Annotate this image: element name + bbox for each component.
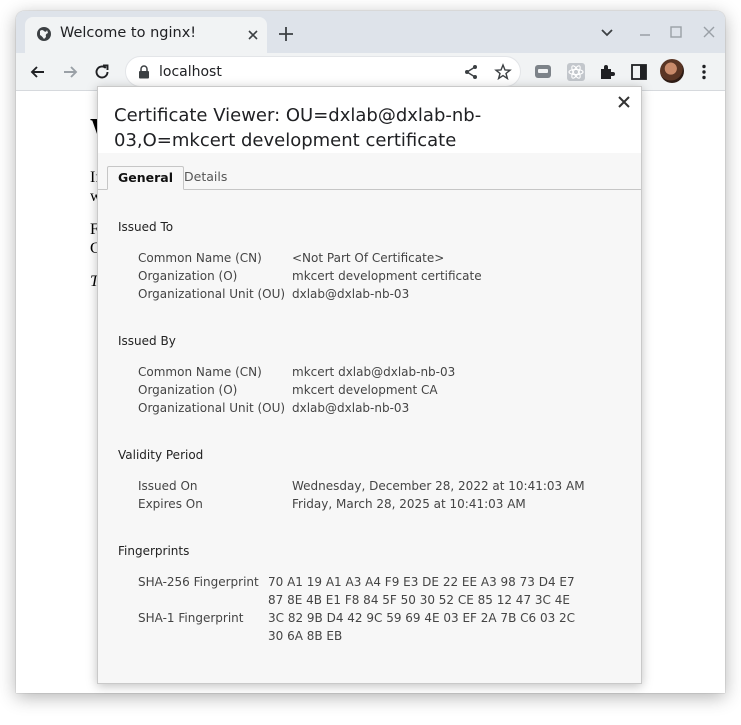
- tab-general[interactable]: General: [107, 166, 184, 190]
- dialog-tab-bar: General Details: [98, 166, 641, 190]
- dialog-title: Certificate Viewer: OU=dxlab@dxlab-nb-03…: [114, 105, 482, 151]
- window-close-icon[interactable]: [700, 23, 718, 41]
- chat-extension-icon[interactable]: [533, 62, 553, 82]
- field-label: Organizational Unit (OU): [138, 401, 286, 415]
- tab-details[interactable]: Details: [174, 166, 237, 189]
- back-arrow-icon[interactable]: [28, 62, 48, 82]
- react-extension-icon[interactable]: [566, 62, 586, 82]
- maximize-icon[interactable]: [667, 23, 685, 41]
- lock-icon[interactable]: [138, 65, 150, 79]
- field-value: Wednesday, December 28, 2022 at 10:41:03…: [292, 479, 585, 493]
- certificate-viewer-dialog: Certificate Viewer: OU=dxlab@dxlab-nb-03…: [97, 86, 642, 684]
- field-label: Common Name (CN): [138, 365, 262, 379]
- tab-strip: Welcome to nginx!: [16, 11, 725, 53]
- side-panel-icon[interactable]: [629, 62, 649, 82]
- section-heading-issued-by: Issued By: [118, 334, 176, 348]
- field-value: <Not Part Of Certificate>: [292, 251, 445, 265]
- fingerprint-value-line: 3C 82 9B D4 42 9C 59 69 4E 03 EF 2A 7B C…: [268, 611, 576, 625]
- field-label: Issued On: [138, 479, 198, 493]
- field-label: SHA-1 Fingerprint: [138, 611, 244, 625]
- browser-tab[interactable]: Welcome to nginx!: [25, 17, 267, 53]
- field-value: mkcert development CA: [292, 383, 438, 397]
- section-heading-fingerprints: Fingerprints: [118, 544, 190, 558]
- minimize-icon[interactable]: [636, 23, 654, 41]
- tab-close-icon[interactable]: [245, 27, 261, 43]
- field-label: Common Name (CN): [138, 251, 262, 265]
- globe-icon: [37, 27, 51, 41]
- fingerprint-value-line: 87 8E 4B E1 F8 84 5F 50 30 52 CE 85 12 4…: [268, 593, 570, 607]
- field-label: SHA-256 Fingerprint: [138, 575, 259, 589]
- field-value: dxlab@dxlab-nb-03: [292, 287, 410, 301]
- field-label: Organization (O): [138, 383, 238, 397]
- profile-avatar[interactable]: [660, 59, 684, 83]
- new-tab-plus-icon[interactable]: [276, 24, 296, 44]
- tab-search-chevron-down-icon[interactable]: [598, 23, 616, 41]
- field-value: mkcert development certificate: [292, 269, 482, 283]
- section-heading-validity-period: Validity Period: [118, 448, 204, 462]
- field-value: mkcert dxlab@dxlab-nb-03: [292, 365, 456, 379]
- tab-title: Welcome to nginx!: [60, 25, 197, 41]
- share-icon[interactable]: [462, 63, 480, 81]
- section-heading-issued-to: Issued To: [118, 220, 174, 234]
- field-label: Expires On: [138, 497, 203, 511]
- field-label: Organizational Unit (OU): [138, 287, 286, 301]
- field-label: Organization (O): [138, 269, 238, 283]
- extensions-puzzle-icon[interactable]: [597, 62, 617, 82]
- field-value: dxlab@dxlab-nb-03: [292, 401, 410, 415]
- url-text[interactable]: localhost: [159, 64, 222, 80]
- dialog-header: Certificate Viewer: OU=dxlab@dxlab-nb-03…: [98, 87, 641, 153]
- dialog-close-icon[interactable]: [615, 93, 633, 111]
- bookmark-star-icon[interactable]: [494, 63, 512, 81]
- forward-arrow-icon[interactable]: [60, 62, 80, 82]
- kebab-menu-icon[interactable]: [694, 62, 714, 82]
- fingerprint-value-line: 70 A1 19 A1 A3 A4 F9 E3 DE 22 EE A3 98 7…: [268, 575, 575, 589]
- address-bar[interactable]: localhost: [125, 56, 521, 87]
- field-value: Friday, March 28, 2025 at 10:41:03 AM: [292, 497, 526, 511]
- fingerprint-value-line: 30 6A 8B EB: [268, 629, 343, 643]
- reload-icon[interactable]: [92, 62, 112, 82]
